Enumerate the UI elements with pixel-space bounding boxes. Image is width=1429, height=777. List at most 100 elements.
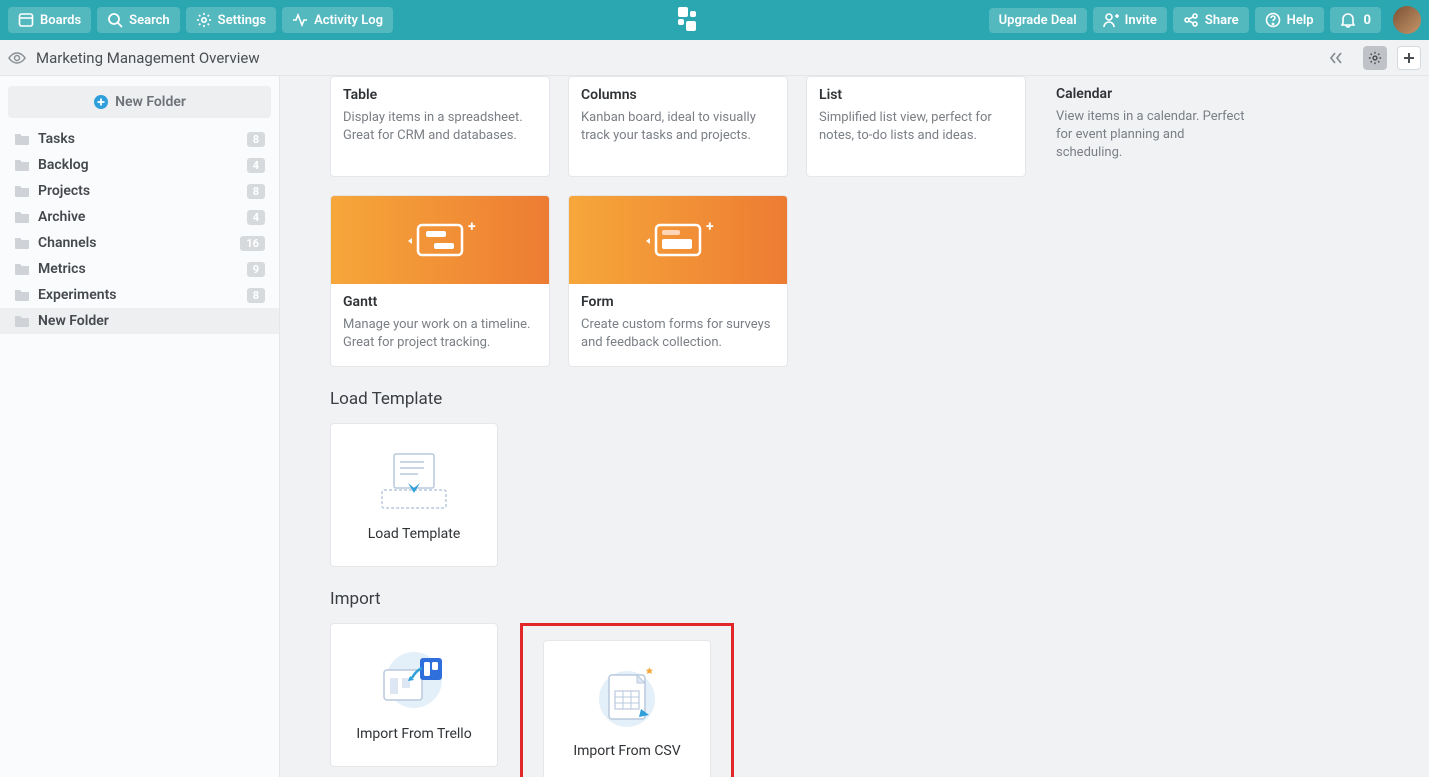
top-navbar: Boards Search Settings Activity Log Upgr… xyxy=(0,0,1429,40)
plus-circle-icon xyxy=(93,94,109,110)
csv-illustration xyxy=(587,665,667,729)
sidebar-item-label: Projects xyxy=(38,183,239,199)
form-hero: + xyxy=(569,196,787,284)
view-settings-button[interactable] xyxy=(1363,46,1387,70)
view-name: Calendar xyxy=(1056,86,1252,102)
share-icon xyxy=(1183,12,1199,28)
notification-count: 0 xyxy=(1364,13,1371,28)
view-name: Form xyxy=(581,294,775,310)
sidebar-item-label: Archive xyxy=(38,209,239,225)
sidebar-item-label: Metrics xyxy=(38,261,239,277)
template-illustration xyxy=(374,448,454,512)
avatar[interactable] xyxy=(1393,6,1421,34)
view-name: Table xyxy=(343,87,537,103)
sidebar-item[interactable]: Projects 8 xyxy=(0,178,279,204)
app-logo xyxy=(678,7,704,33)
template-label: Load Template xyxy=(368,526,461,542)
sidebar-item[interactable]: Experiments 8 xyxy=(0,282,279,308)
sidebar-item-count: 8 xyxy=(247,132,265,147)
view-desc: Manage your work on a timeline. Great fo… xyxy=(343,316,537,352)
board-title: Marketing Management Overview xyxy=(36,49,260,67)
sidebar-item[interactable]: New Folder xyxy=(0,308,279,334)
view-desc: View items in a calendar. Perfect for ev… xyxy=(1056,108,1252,163)
view-desc: Kanban board, ideal to visually track yo… xyxy=(581,109,775,145)
boards-label: Boards xyxy=(40,13,81,28)
section-import: Import xyxy=(330,589,1429,609)
folder-icon xyxy=(14,314,30,328)
folder-icon xyxy=(14,158,30,172)
activity-icon xyxy=(292,12,308,28)
sidebar-item-count: 4 xyxy=(247,210,265,225)
view-card-list[interactable]: List Simplified list view, perfect for n… xyxy=(806,76,1026,177)
sidebar-item-count: 4 xyxy=(247,158,265,173)
activity-label: Activity Log xyxy=(314,13,383,28)
search-icon xyxy=(107,12,123,28)
collapse-sidebar-button[interactable] xyxy=(1327,49,1345,67)
new-folder-button[interactable]: New Folder xyxy=(8,86,271,118)
sidebar-item[interactable]: Tasks 8 xyxy=(0,126,279,152)
view-name: List xyxy=(819,87,1013,103)
import-trello-card[interactable]: Import From Trello xyxy=(330,623,498,767)
sidebar-item-label: Backlog xyxy=(38,157,239,173)
view-card-columns[interactable]: Columns Kanban board, ideal to visually … xyxy=(568,76,788,177)
sidebar-item-label: New Folder xyxy=(38,313,265,329)
view-card-form[interactable]: + Form Create custom forms for surveys a… xyxy=(568,195,788,367)
folder-icon xyxy=(14,262,30,276)
trello-illustration xyxy=(374,648,454,712)
settings-label: Settings xyxy=(218,13,266,28)
folder-icon xyxy=(14,132,30,146)
svg-text:+: + xyxy=(706,219,714,235)
sidebar-item-label: Tasks xyxy=(38,131,239,147)
sidebar-item[interactable]: Channels 16 xyxy=(0,230,279,256)
search-button[interactable]: Search xyxy=(97,7,180,33)
help-icon xyxy=(1265,12,1281,28)
load-template-card[interactable]: Load Template xyxy=(330,423,498,567)
sidebar-item-label: Experiments xyxy=(38,287,239,303)
sidebar-item[interactable]: Archive 4 xyxy=(0,204,279,230)
view-name: Columns xyxy=(581,87,775,103)
sidebar-item[interactable]: Backlog 4 xyxy=(0,152,279,178)
sidebar-item-count: 8 xyxy=(247,288,265,303)
help-button[interactable]: Help xyxy=(1255,7,1324,33)
add-view-tab[interactable] xyxy=(1397,46,1421,70)
sidebar-item-label: Channels xyxy=(38,235,232,251)
invite-button[interactable]: Invite xyxy=(1093,7,1167,33)
new-folder-label: New Folder xyxy=(115,94,186,110)
view-desc: Simplified list view, perfect for notes,… xyxy=(819,109,1013,145)
sidebar-item-count: 8 xyxy=(247,184,265,199)
notifications-button[interactable]: 0 xyxy=(1330,7,1381,33)
import-csv-card[interactable]: Import From CSV xyxy=(543,640,711,777)
view-desc: Create custom forms for surveys and feed… xyxy=(581,316,775,352)
invite-label: Invite xyxy=(1125,13,1157,28)
settings-button[interactable]: Settings xyxy=(186,7,276,33)
help-label: Help xyxy=(1287,13,1314,28)
sidebar-item[interactable]: Metrics 9 xyxy=(0,256,279,282)
folder-icon xyxy=(14,236,30,250)
view-card-gantt[interactable]: + Gantt Manage your work on a timeline. … xyxy=(330,195,550,367)
search-label: Search xyxy=(129,13,170,28)
view-desc: Display items in a spreadsheet. Great fo… xyxy=(343,109,537,145)
folder-icon xyxy=(14,288,30,302)
activity-button[interactable]: Activity Log xyxy=(282,7,393,33)
eye-icon xyxy=(8,49,26,67)
view-card-calendar[interactable]: Calendar View items in a calendar. Perfe… xyxy=(1044,76,1264,177)
view-name: Gantt xyxy=(343,294,537,310)
sidebar-item-count: 9 xyxy=(247,262,265,277)
bell-icon xyxy=(1340,12,1356,28)
import-csv-highlight: Import From CSV xyxy=(520,623,734,777)
boards-icon xyxy=(18,12,34,28)
share-button[interactable]: Share xyxy=(1173,7,1249,33)
person-plus-icon xyxy=(1103,12,1119,28)
sidebar: New Folder Tasks 8 Backlog 4 Projects 8 Archiv… xyxy=(0,76,280,777)
section-load-template: Load Template xyxy=(330,389,1429,409)
gantt-hero: + xyxy=(331,196,549,284)
folder-icon xyxy=(14,184,30,198)
view-card-table[interactable]: Table Display items in a spreadsheet. Gr… xyxy=(330,76,550,177)
upgrade-button[interactable]: Upgrade Deal xyxy=(989,8,1087,33)
sidebar-item-count: 16 xyxy=(240,236,265,251)
import-trello-label: Import From Trello xyxy=(356,726,471,742)
boards-button[interactable]: Boards xyxy=(8,7,91,33)
svg-text:+: + xyxy=(468,219,476,235)
main-content: Table Display items in a spreadsheet. Gr… xyxy=(280,76,1429,777)
gear-icon xyxy=(196,12,212,28)
